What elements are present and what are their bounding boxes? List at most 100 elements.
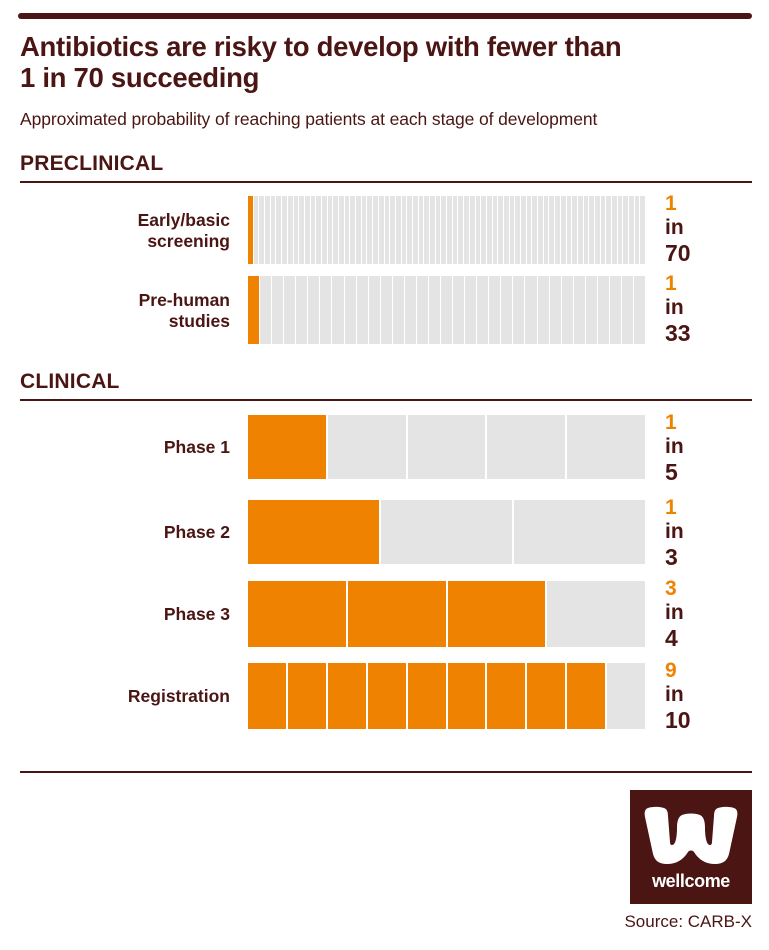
bar-segment bbox=[435, 196, 441, 264]
bar-segment bbox=[248, 500, 379, 564]
bar-segment bbox=[487, 663, 526, 729]
bar-segment bbox=[287, 663, 326, 729]
bar-label-line1: Phase 3 bbox=[163, 604, 230, 624]
bottom-divider-rule bbox=[20, 771, 752, 773]
bar-label-early-basic-screening: Early/basic screening bbox=[20, 210, 230, 252]
bar-segment bbox=[428, 276, 440, 344]
bar-segment bbox=[310, 196, 316, 264]
bar-segment bbox=[597, 276, 609, 344]
bar-segment bbox=[316, 196, 321, 264]
bar-segment bbox=[607, 663, 646, 729]
bar-segment bbox=[276, 196, 282, 264]
ratio-phase-3: 3 in 4 bbox=[665, 577, 755, 651]
segmented-bar-phase-2 bbox=[248, 500, 645, 564]
bar-segment bbox=[585, 276, 597, 344]
bar-segment bbox=[367, 196, 373, 264]
bar-segment bbox=[501, 276, 513, 344]
bar-segment bbox=[515, 196, 520, 264]
segmented-bar-pre-human-studies bbox=[248, 276, 646, 344]
ratio-registration: 9 in 10 bbox=[665, 659, 755, 733]
bar-segment bbox=[447, 581, 546, 647]
bar-segment bbox=[489, 276, 501, 344]
bar-segment bbox=[617, 196, 623, 264]
bar-label-phase-1: Phase 1 bbox=[20, 437, 230, 458]
source-credit: Source: CARB-X bbox=[624, 912, 752, 931]
bar-segment bbox=[381, 500, 512, 564]
bar-segment bbox=[498, 196, 503, 264]
bar-label-line2: studies bbox=[168, 311, 230, 331]
bar-segment bbox=[368, 276, 380, 344]
bar-segment bbox=[527, 663, 566, 729]
ratio-denominator: 10 bbox=[665, 707, 691, 733]
bar-segment bbox=[380, 276, 392, 344]
section-header-preclinical: PRECLINICAL bbox=[20, 152, 752, 183]
bar-segment bbox=[253, 196, 259, 264]
bar-segment bbox=[555, 196, 560, 264]
bar-segment bbox=[464, 196, 469, 264]
bar-segment bbox=[430, 196, 435, 264]
bar-segment bbox=[327, 663, 366, 729]
wellcome-logo: wellcome bbox=[630, 790, 752, 904]
infographic-page: Antibiotics are risky to develop with fe… bbox=[0, 0, 769, 950]
page-title: Antibiotics are risky to develop with fe… bbox=[20, 31, 720, 93]
bar-segment bbox=[441, 196, 447, 264]
bar-segment bbox=[272, 276, 284, 344]
bar-segment bbox=[248, 276, 260, 344]
bar-segment bbox=[407, 663, 446, 729]
bar-segment bbox=[532, 196, 538, 264]
bar-segment bbox=[634, 276, 646, 344]
bar-segment bbox=[392, 276, 404, 344]
bar-segment bbox=[259, 196, 265, 264]
bar-segment bbox=[583, 196, 589, 264]
page-title-line1: Antibiotics are risky to develop with fe… bbox=[20, 31, 622, 62]
top-divider-rule bbox=[18, 13, 752, 19]
ratio-numerator: 1 bbox=[665, 411, 677, 434]
bar-segment bbox=[567, 663, 606, 729]
bar-segment bbox=[594, 196, 600, 264]
ratio-phase-1: 1 in 5 bbox=[665, 411, 755, 485]
segmented-bar-registration bbox=[248, 663, 646, 729]
page-subtitle: Approximated probability of reaching pat… bbox=[20, 109, 598, 129]
bar-segment bbox=[356, 196, 361, 264]
bar-segment bbox=[521, 196, 526, 264]
section-divider-preclinical bbox=[20, 181, 752, 183]
bar-segment bbox=[284, 276, 296, 344]
segmented-bar-early-basic-screening bbox=[248, 196, 646, 264]
bar-segment bbox=[407, 415, 486, 479]
bar-segment bbox=[401, 196, 407, 264]
ratio-early-basic-screening: 1 in 70 bbox=[665, 192, 755, 266]
segmented-bar-phase-3 bbox=[248, 581, 645, 647]
ratio-in-word: in bbox=[665, 216, 684, 239]
bar-segment bbox=[320, 276, 332, 344]
bar-segment bbox=[526, 196, 532, 264]
ratio-phase-2: 1 in 3 bbox=[665, 496, 755, 570]
ratio-denominator: 4 bbox=[665, 625, 678, 651]
bar-segment bbox=[412, 196, 418, 264]
ratio-denominator: 33 bbox=[665, 320, 691, 346]
ratio-in-word: in bbox=[665, 683, 684, 706]
bar-segment bbox=[327, 415, 406, 479]
ratio-denominator: 3 bbox=[665, 544, 678, 570]
bar-label-line1: Phase 1 bbox=[163, 437, 230, 457]
bar-segment bbox=[572, 196, 577, 264]
bar-segment bbox=[543, 196, 549, 264]
section-label-clinical: CLINICAL bbox=[20, 370, 120, 393]
bar-label-line1: Registration bbox=[127, 686, 230, 706]
ratio-numerator: 1 bbox=[665, 272, 677, 295]
bar-label-line2: screening bbox=[147, 231, 230, 251]
bar-segment bbox=[447, 196, 452, 264]
bar-segment bbox=[416, 276, 428, 344]
section-divider-clinical bbox=[20, 399, 752, 401]
bar-segment bbox=[424, 196, 429, 264]
ratio-numerator: 9 bbox=[665, 659, 677, 682]
wellcome-wordmark: wellcome bbox=[652, 871, 730, 891]
bar-segment bbox=[373, 196, 378, 264]
bar-segment bbox=[589, 196, 594, 264]
bar-segment bbox=[344, 276, 356, 344]
bar-segment bbox=[452, 196, 458, 264]
bar-segment bbox=[390, 196, 395, 264]
bar-segment bbox=[469, 196, 475, 264]
bar-label-phase-2: Phase 2 bbox=[20, 522, 230, 543]
bar-segment bbox=[248, 581, 346, 647]
bar-segment bbox=[623, 196, 629, 264]
